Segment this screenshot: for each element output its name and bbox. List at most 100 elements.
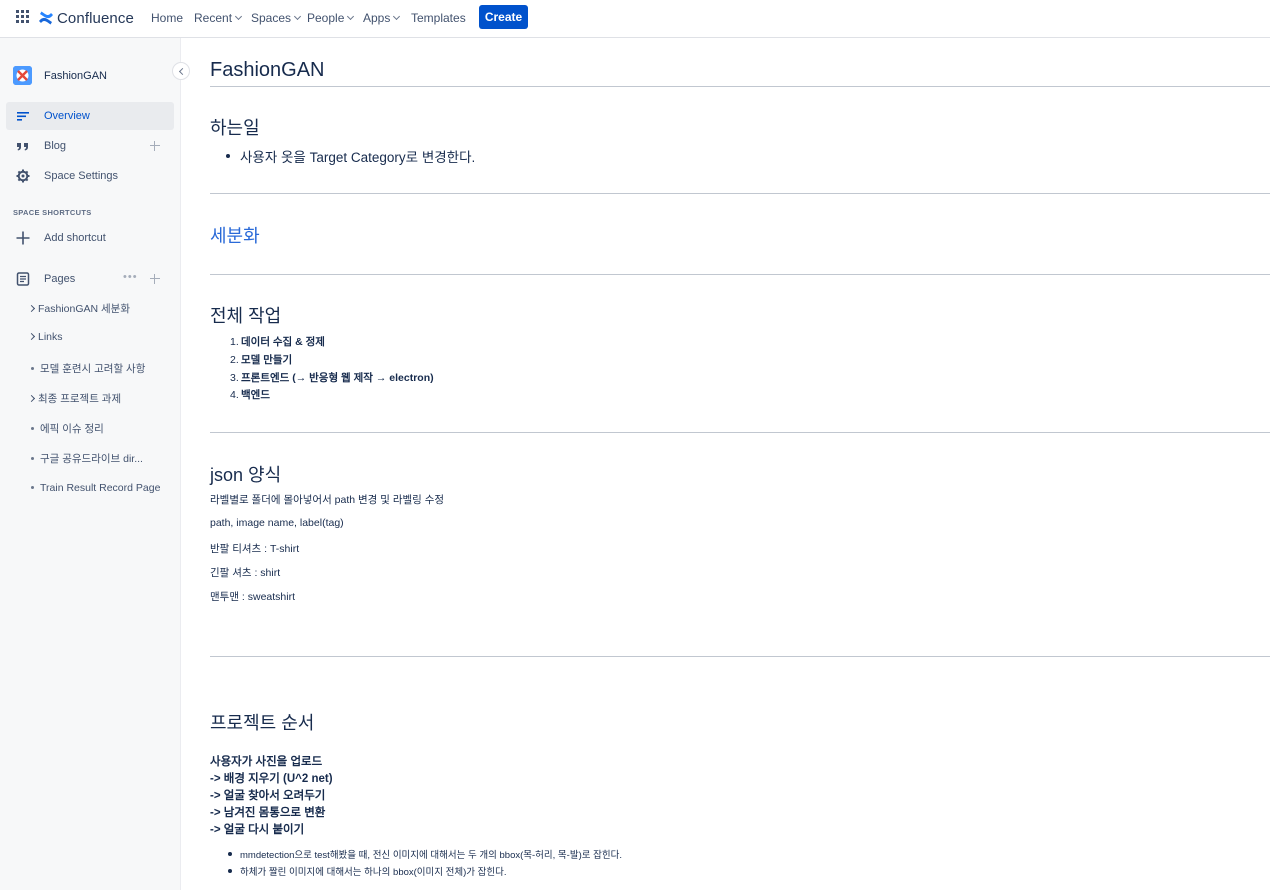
chevron-down-icon	[393, 12, 401, 21]
divider	[210, 86, 1270, 87]
confluence-logo-icon	[39, 11, 53, 25]
page-tree-label: Train Result Record Page	[40, 482, 161, 494]
chevron-down-icon	[234, 12, 243, 21]
nav-templates[interactable]: Templates	[411, 10, 466, 26]
quote-icon	[17, 143, 28, 151]
confluence-logo[interactable]: Confluence	[38, 8, 134, 28]
nav-spaces-label: Spaces	[251, 11, 292, 25]
add-shortcut-button[interactable]: Add shortcut	[6, 224, 174, 252]
create-button[interactable]: Create	[479, 5, 528, 29]
page-title: FashionGAN	[210, 59, 325, 81]
sidebar-item-label: Overview	[44, 110, 90, 122]
logo-text: Confluence	[57, 9, 134, 27]
sidebar-item-overview[interactable]: Overview	[6, 102, 174, 130]
sidebar-item-pages[interactable]: Pages •••	[6, 265, 174, 293]
create-page-icon[interactable]	[150, 274, 160, 284]
list-item-text: mmdetection으로 test해봤을 때, 전신 이미지에 대해서는 두 …	[240, 850, 622, 861]
process-step: -> 얼굴 찾아서 오려두기	[210, 790, 326, 802]
page-tree-item[interactable]: 구글 공유드라이브 dir...	[28, 451, 143, 467]
chevron-down-icon	[347, 12, 355, 21]
chevron-right-icon[interactable]	[27, 304, 36, 313]
list-item: 사용자 옷을 Target Category로 변경한다.	[226, 146, 475, 166]
plus-icon	[16, 231, 30, 245]
paragraph: 맨투맨 : sweatshirt	[210, 591, 295, 603]
nav-home-label: Home	[151, 11, 184, 25]
pages-label: Pages	[44, 273, 76, 285]
chevron-right-icon[interactable]	[27, 394, 36, 403]
process-step: 사용자가 사진을 업로드	[210, 756, 323, 768]
page-tree-label: 모델 훈련시 고려할 사항	[40, 363, 146, 375]
section-heading: 하는일	[210, 118, 260, 138]
page-tree-label: 에픽 이슈 정리	[40, 423, 104, 435]
page-tree-item[interactable]: FashionGAN 세분화	[27, 301, 131, 317]
chevron-down-icon	[293, 12, 302, 21]
list-item-text: 하체가 짤린 이미지에 대해서는 하나의 bbox(이미지 전체)가 잡힌다.	[240, 867, 507, 878]
paragraph: path, image name, label(tag)	[210, 517, 344, 529]
sidebar-item-blog[interactable]: Blog	[6, 132, 174, 160]
paragraph: 반팔 티셔츠 : T-shirt	[210, 543, 300, 555]
process-step: -> 남겨진 몸통으로 변환	[210, 807, 326, 819]
nav-home[interactable]: Home	[151, 10, 183, 26]
space-shortcuts-heading: SPACE SHORTCUTS	[13, 208, 92, 217]
overview-icon	[17, 112, 29, 121]
chevron-left-icon	[178, 67, 187, 76]
app-switcher-icon[interactable]	[16, 10, 30, 24]
list-item: 하체가 짤린 이미지에 대해서는 하나의 bbox(이미지 전체)가 잡힌다.	[228, 864, 507, 878]
pages-icon	[16, 272, 30, 286]
space-avatar[interactable]	[13, 66, 32, 85]
list-item-text: 백엔드	[241, 389, 270, 401]
page-tree-item[interactable]: 모델 훈련시 고려할 사항	[28, 361, 145, 377]
list-item: 4. 백엔드	[230, 389, 270, 401]
sidebar-item-label: Space Settings	[44, 170, 118, 182]
list-item: 2. 모델 만들기	[230, 354, 293, 366]
page-tree-item[interactable]: Links	[27, 331, 63, 347]
add-shortcut-label: Add shortcut	[44, 232, 106, 244]
page-tree-item[interactable]: 최종 프로젝트 과제	[27, 391, 122, 407]
section-heading-link[interactable]: 세분화	[210, 222, 260, 248]
paragraph: 라벨별로 폴더에 몰아넣어서 path 변경 및 라벨링 수정	[210, 494, 445, 506]
bullet-icon	[31, 457, 34, 460]
divider	[210, 193, 1270, 194]
divider	[210, 432, 1270, 433]
page-tree-label: FashionGAN 세분화	[38, 303, 131, 315]
space-avatar-icon	[13, 66, 32, 85]
list-item: 3. 프론트엔드 (→ 반응형 웹 제작 → electron)	[230, 372, 434, 384]
nav-recent-label: Recent	[194, 11, 233, 25]
process-step: -> 배경 지우기 (U^2 net)	[210, 773, 333, 785]
page-tree-label: 최종 프로젝트 과제	[38, 393, 122, 405]
process-step: -> 얼굴 다시 붙이기	[210, 824, 305, 836]
gear-icon	[16, 169, 30, 183]
list-item: mmdetection으로 test해봤을 때, 전신 이미지에 대해서는 두 …	[228, 847, 622, 861]
nav-apps-label: Apps	[363, 11, 391, 25]
sidebar-item-space-settings[interactable]: Space Settings	[6, 162, 174, 190]
section-heading: 프로젝트 순서	[210, 713, 315, 733]
more-actions-icon[interactable]: •••	[123, 271, 138, 283]
list-item-text: 사용자 옷을 Target Category로 변경한다.	[240, 150, 476, 165]
section-heading: 전체 작업	[210, 306, 282, 326]
nav-people[interactable]: People	[307, 10, 355, 26]
page-tree-label: Links	[38, 331, 63, 343]
nav-recent[interactable]: Recent	[194, 10, 243, 26]
sidebar-item-label: Blog	[44, 140, 67, 152]
nav-spaces[interactable]: Spaces	[251, 10, 302, 26]
section-heading: json 양식	[210, 465, 282, 485]
page-tree-item[interactable]: Train Result Record Page	[28, 482, 160, 498]
list-item: 1. 데이터 수집 & 정제	[230, 336, 325, 348]
top-navigation: Confluence Home Recent Spaces People App…	[0, 0, 1270, 38]
nav-people-label: People	[307, 11, 345, 25]
bullet-icon	[31, 427, 34, 430]
bullet-icon	[31, 367, 34, 370]
bullet-icon	[31, 486, 34, 489]
add-blog-post-icon[interactable]	[150, 141, 160, 151]
collapse-sidebar-button[interactable]	[172, 62, 190, 80]
nav-apps[interactable]: Apps	[363, 10, 401, 26]
list-item-text: 모델 만들기	[241, 354, 293, 366]
paragraph: 긴팔 셔츠 : shirt	[210, 567, 281, 579]
chevron-right-icon[interactable]	[27, 332, 36, 341]
page-tree-item[interactable]: 에픽 이슈 정리	[28, 421, 104, 437]
list-item-text: 데이터 수집 & 정제	[241, 336, 325, 348]
list-item-text: 프론트엔드 (→ 반응형 웹 제작 → electron)	[241, 372, 434, 384]
space-name[interactable]: FashionGAN	[44, 70, 107, 82]
nav-templates-label: Templates	[411, 11, 466, 25]
divider	[210, 274, 1270, 275]
